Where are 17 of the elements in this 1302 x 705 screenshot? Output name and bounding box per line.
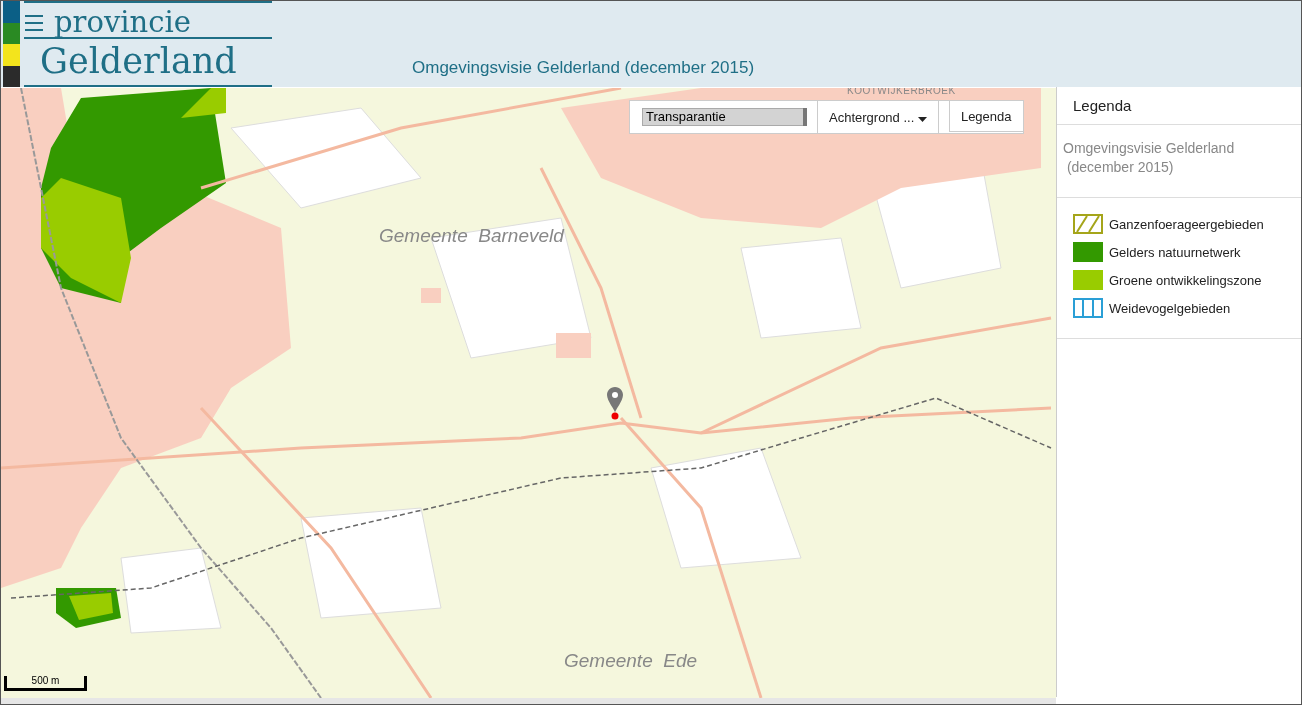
legend-label: Groene ontwikkelingszone xyxy=(1109,272,1262,288)
municipality-label: Gemeente Barneveld xyxy=(379,225,564,247)
logo-text: provincie xyxy=(54,7,191,37)
legend-title: Legenda xyxy=(1057,87,1301,125)
legend-label: Weidevogelgebieden xyxy=(1109,300,1231,316)
menu-icon[interactable] xyxy=(24,13,44,33)
municipality-label: Gemeente Ede xyxy=(564,650,698,672)
legend-label: Ganzenfoerageergebieden xyxy=(1109,216,1264,232)
legend-button[interactable]: Legenda xyxy=(948,100,1024,132)
caret-icon xyxy=(917,116,927,122)
page-title: Omgevingsvisie Gelderland (december 2015) xyxy=(412,58,755,78)
legend-label: Gelders natuurnetwerk xyxy=(1109,244,1241,260)
map-pin-icon[interactable] xyxy=(606,386,624,420)
layer-name: Omgevingsvisie Gelderland (december 2015) xyxy=(1057,125,1301,198)
transparency-slider[interactable]: Transparantie xyxy=(642,108,807,126)
scale-bar: 500 m xyxy=(4,676,87,691)
logo-text: Gelderland xyxy=(40,40,238,83)
